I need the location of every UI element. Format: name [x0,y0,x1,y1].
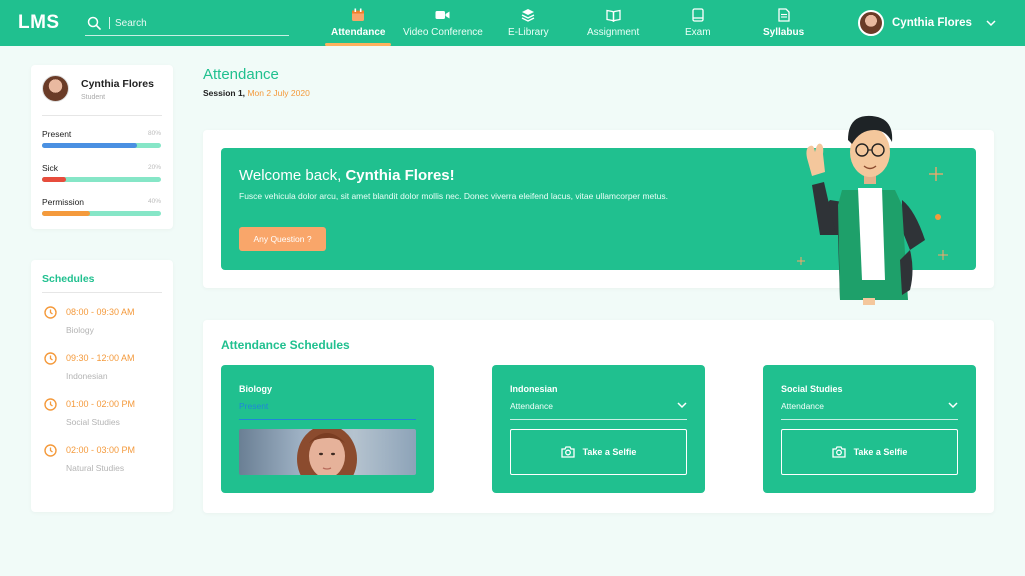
waving-teacher-illustration [797,115,948,305]
stat-percent: 40% [147,198,161,205]
nav-tab-label: Syllabus [763,27,805,38]
nav-tab-label: Assignment [587,27,640,38]
attendance-subject: Biology [239,384,272,394]
open-book-icon [605,7,621,23]
attendance-schedules-panel: Attendance Schedules Biology Present Ind… [203,320,994,513]
take-selfie-button[interactable]: Take a Selfie [510,429,687,475]
attendance-status-select[interactable]: Attendance [510,401,687,420]
page-title: Attendance [203,66,279,83]
greeting-text: Welcome back, [239,167,342,184]
nav-tab-assignment[interactable]: Assignment [587,7,639,46]
stat-track [42,143,161,148]
layers-icon [520,7,536,23]
profile-name: Cynthia Flores [81,78,154,90]
profile-card: Cynthia Flores Student Present 80% Sick … [31,65,173,229]
stat-permission: Permission 40% [42,197,161,216]
clock-icon [44,444,57,457]
stat-fill [42,177,66,182]
schedule-subject: Social Studies [66,417,120,427]
video-camera-icon [435,7,451,23]
clock-icon [44,352,57,365]
attendance-card-social-studies: Social Studies Attendance Take a Selfie [763,365,976,493]
search-divider [109,17,110,29]
stat-present: Present 80% [42,129,161,148]
any-question-button[interactable]: Any Question ? [239,227,326,251]
calendar-icon [350,7,366,23]
schedule-time: 08:00 - 09:30 AM [66,307,135,317]
schedule-subject: Biology [66,325,94,335]
attendance-subject: Indonesian [510,384,558,394]
clock-icon [44,306,57,319]
nav-tab-label: Exam [685,27,711,38]
chevron-down-icon[interactable] [948,402,958,409]
attendance-status-value: Attendance [781,401,825,411]
divider [42,292,162,293]
stat-label: Sick [42,163,59,173]
nav-tab-syllabus[interactable]: Syllabus [763,7,804,46]
user-menu[interactable]: Cynthia Flores [858,10,996,36]
search-icon[interactable] [87,16,101,30]
nav-tab-attendance[interactable]: Attendance [324,7,392,46]
clock-icon [44,398,57,411]
stat-label: Present [42,129,72,139]
stat-sick: Sick 20% [42,163,161,182]
schedules-card: Schedules 08:00 - 09:30 AM Biology 09:30… [31,260,173,512]
stat-fill [42,211,90,216]
take-selfie-button[interactable]: Take a Selfie [781,429,958,475]
schedule-time: 01:00 - 02:00 PM [66,399,136,409]
avatar [42,75,69,102]
schedule-time: 09:30 - 12:00 AM [66,353,135,363]
attendance-status-value: Present [239,401,269,411]
user-name: Cynthia Flores [892,17,972,29]
app-logo[interactable]: LMS [18,12,60,34]
avatar[interactable] [858,10,884,36]
top-navigation-bar: LMS Attendance Video Conference E-Librar… [0,0,1025,46]
camera-icon [831,446,846,458]
welcome-description: Fusce vehicula dolor arcu, sit amet blan… [239,191,668,201]
schedules-title: Schedules [42,273,95,285]
schedule-subject: Natural Studies [66,463,125,473]
attendance-card-indonesian: Indonesian Attendance Take a Selfie [492,365,705,493]
attendance-schedules-title: Attendance Schedules [221,338,350,352]
greeting-name: Cynthia Flores! [345,167,455,184]
welcome-greeting: Welcome back, Cynthia Flores! [239,167,455,184]
search-input[interactable] [115,15,285,31]
chevron-down-icon[interactable] [986,19,996,27]
nav-tab-video-conference[interactable]: Video Conference [403,7,483,46]
book-icon [690,7,706,23]
attendance-card-biology: Biology Present [221,365,434,493]
search-box[interactable] [85,14,289,36]
divider [42,115,162,116]
stat-track [42,177,161,182]
stat-percent: 80% [147,130,161,137]
schedule-subject: Indonesian [66,371,108,381]
chevron-down-icon[interactable] [677,402,687,409]
nav-tab-e-library[interactable]: E-Library [508,7,549,46]
nav-tab-label: E-Library [508,27,549,38]
stat-track [42,211,161,216]
session-date: Mon 2 July 2020 [247,88,310,98]
attendance-status-value: Attendance [510,401,554,411]
stat-percent: 20% [147,164,161,171]
attendance-subject: Social Studies [781,384,843,394]
nav-tab-label: Video Conference [403,27,483,38]
document-icon [776,7,792,23]
stat-fill [42,143,138,148]
attendance-status-select[interactable]: Attendance [781,401,958,420]
camera-icon [560,446,575,458]
nav-tab-exam[interactable]: Exam [685,7,711,46]
selfie-photo [239,429,416,475]
profile-role: Student [81,94,106,101]
session-info: Session 1, Mon 2 July 2020 [203,88,310,98]
schedule-time: 02:00 - 03:00 PM [66,445,136,455]
take-selfie-label: Take a Selfie [853,447,908,457]
nav-tab-label: Attendance [331,27,386,38]
attendance-status-select[interactable]: Present [239,401,416,420]
session-label: Session 1, [203,88,246,98]
stat-label: Permission [42,197,85,207]
take-selfie-label: Take a Selfie [582,447,637,457]
